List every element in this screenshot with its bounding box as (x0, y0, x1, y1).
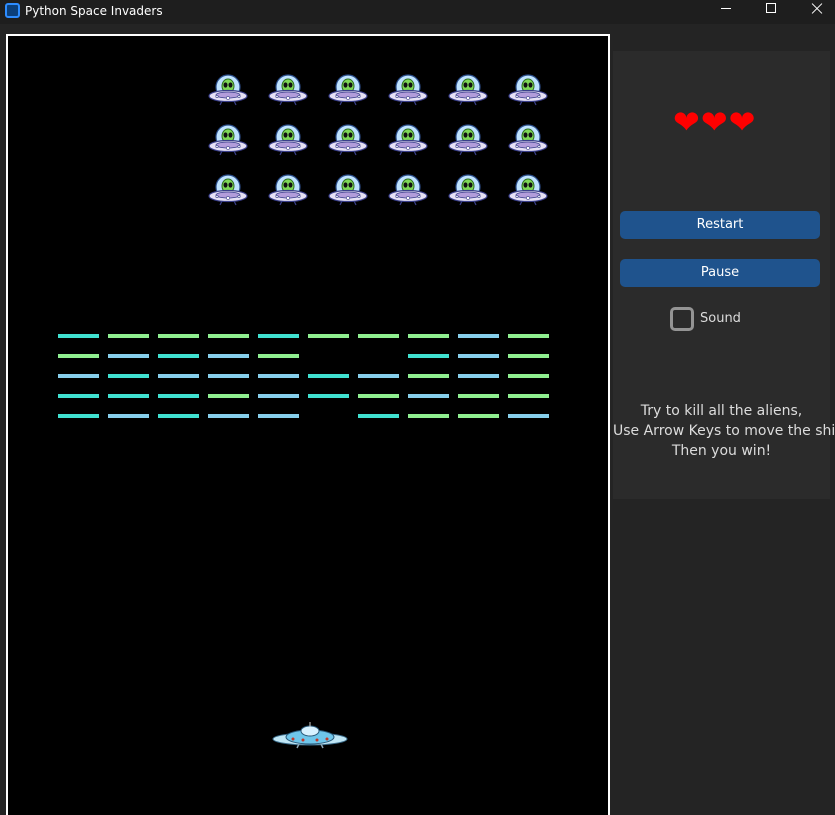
brick (308, 334, 349, 338)
minimize-button[interactable] (703, 0, 749, 24)
brick (458, 334, 499, 338)
alien-ufo-icon (448, 74, 488, 106)
brick (58, 414, 99, 418)
sound-checkbox[interactable] (670, 307, 694, 331)
brick (108, 374, 149, 378)
brick (158, 334, 199, 338)
brick (458, 374, 499, 378)
brick (508, 414, 549, 418)
player-ship-icon (272, 722, 348, 749)
instruction-line: Use Arrow Keys to move the ship, (613, 423, 835, 439)
brick (508, 374, 549, 378)
brick (208, 374, 249, 378)
brick (58, 334, 99, 338)
brick (408, 354, 449, 358)
brick (258, 374, 299, 378)
sound-label: Sound (700, 311, 741, 326)
brick (158, 354, 199, 358)
brick (58, 394, 99, 398)
brick (258, 414, 299, 418)
brick (108, 334, 149, 338)
brick (358, 394, 399, 398)
alien-ufo-icon (508, 174, 548, 206)
side-panel: ❤❤❤ Restart Pause Sound Try to kill all … (613, 51, 835, 499)
alien-ufo-icon (208, 174, 248, 206)
alien-ufo-icon (208, 74, 248, 106)
brick (58, 354, 99, 358)
brick (308, 374, 349, 378)
brick (158, 374, 199, 378)
window-title: Python Space Invaders (25, 4, 163, 18)
brick (258, 334, 299, 338)
alien-ufo-icon (508, 124, 548, 156)
brick (508, 334, 549, 338)
app-icon (5, 3, 20, 18)
alien-ufo-icon (328, 124, 368, 156)
brick (108, 394, 149, 398)
alien-ufo-icon (328, 174, 368, 206)
brick (458, 394, 499, 398)
close-button[interactable] (794, 0, 835, 24)
maximize-button[interactable] (748, 0, 794, 24)
brick (158, 414, 199, 418)
brick (458, 354, 499, 358)
alien-ufo-icon (388, 74, 428, 106)
app-window: Python Space Invaders ❤❤❤ Restart Pause … (0, 0, 835, 815)
brick (358, 374, 399, 378)
lives-hearts: ❤❤❤ (673, 103, 757, 141)
brick (108, 354, 149, 358)
brick (208, 334, 249, 338)
maximize-icon (766, 3, 776, 13)
brick (208, 354, 249, 358)
brick (458, 414, 499, 418)
brick (158, 394, 199, 398)
alien-ufo-icon (268, 74, 308, 106)
brick (508, 354, 549, 358)
brick (58, 374, 99, 378)
alien-ufo-icon (388, 124, 428, 156)
brick (408, 414, 449, 418)
alien-ufo-icon (448, 124, 488, 156)
brick (208, 414, 249, 418)
brick (208, 394, 249, 398)
instructions-text: Try to kill all the aliens, Use Arrow Ke… (613, 401, 835, 461)
game-canvas[interactable] (6, 34, 610, 815)
alien-ufo-icon (268, 174, 308, 206)
title-bar[interactable]: Python Space Invaders (0, 0, 835, 24)
brick (108, 414, 149, 418)
brick (408, 334, 449, 338)
pause-button[interactable]: Pause (620, 259, 820, 287)
brick (308, 394, 349, 398)
alien-ufo-icon (388, 174, 428, 206)
brick (408, 394, 449, 398)
restart-button[interactable]: Restart (620, 211, 820, 239)
alien-ufo-icon (508, 74, 548, 106)
instruction-line: Try to kill all the aliens, (640, 403, 803, 419)
brick (358, 334, 399, 338)
brick (358, 414, 399, 418)
minimize-icon (721, 8, 731, 9)
alien-ufo-icon (208, 124, 248, 156)
brick (258, 354, 299, 358)
brick (258, 394, 299, 398)
alien-ufo-icon (448, 174, 488, 206)
instruction-line: Then you win! (671, 443, 772, 459)
brick (508, 394, 549, 398)
alien-ufo-icon (268, 124, 308, 156)
brick (408, 374, 449, 378)
alien-ufo-icon (328, 74, 368, 106)
